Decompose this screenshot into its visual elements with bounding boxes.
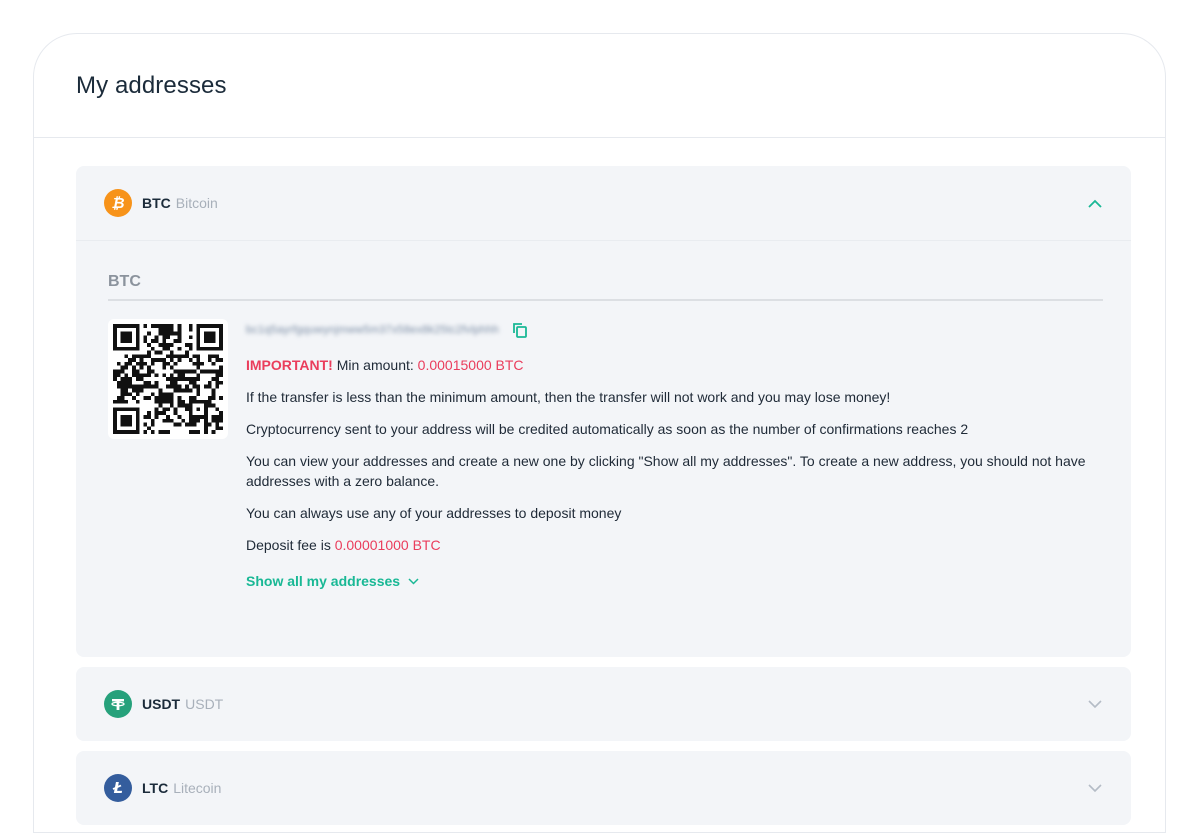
accordion-body-btc: BTC bc1q5ayrfgquwynjmww5m37x58ex8k25tc2f…: [76, 273, 1131, 589]
note-line: You can always use any of your addresses…: [246, 505, 622, 521]
deposit-details: bc1q5ayrfgquwynjmww5m37x58ex8k25tc2fvlph…: [246, 319, 1103, 589]
deposit-info: bc1q5ayrfgquwynjmww5m37x58ex8k25tc2fvlph…: [108, 319, 1103, 589]
important-label: IMPORTANT!: [246, 357, 333, 373]
coin-name: Litecoin: [173, 780, 222, 796]
chevron-up-icon[interactable]: [1087, 195, 1103, 211]
min-amount-line: IMPORTANT! Min amount: 0.00015000 BTC: [246, 355, 1103, 375]
accordion-header-usdt[interactable]: USDT USDT: [76, 667, 1131, 741]
litecoin-icon: Ł: [104, 774, 132, 802]
address-row: bc1q5ayrfgquwynjmww5m37x58ex8k25tc2fvlph…: [246, 319, 1103, 341]
note-line: If the transfer is less than the minimum…: [246, 389, 891, 405]
accordion-header-btc[interactable]: ₿ BTC Bitcoin: [76, 166, 1131, 240]
accordion-ltc: Ł LTC Litecoin: [76, 751, 1131, 825]
qr-code: [108, 319, 228, 439]
svg-text:Ł: Ł: [112, 780, 123, 796]
fee-line: Deposit fee is 0.00001000 BTC: [246, 535, 1103, 555]
coin-ticker: USDT: [142, 696, 181, 712]
show-all-label: Show all my addresses: [246, 573, 401, 589]
min-amount-value: 0.00015000 BTC: [417, 357, 524, 373]
chevron-down-icon: [408, 577, 419, 585]
note-line: Cryptocurrency sent to your address will…: [246, 421, 969, 437]
accordion-header-ltc[interactable]: Ł LTC Litecoin: [76, 751, 1131, 825]
panel-header: My addresses: [34, 34, 1165, 138]
section-title: BTC: [108, 273, 1103, 301]
accordion-divider: [76, 240, 1131, 241]
accordion-btc: ₿ BTC Bitcoin BTC bc1q5ayrfgquwynjmww5m3…: [76, 166, 1131, 657]
coin-ticker: BTC: [142, 195, 171, 211]
fee-label: Deposit fee is: [246, 537, 335, 553]
accordion-usdt: USDT USDT: [76, 667, 1131, 741]
show-all-addresses-button[interactable]: Show all my addresses: [246, 573, 419, 589]
note-line: You can view your addresses and create a…: [246, 453, 1086, 489]
chevron-down-icon[interactable]: [1087, 696, 1103, 712]
fee-value: 0.00001000 BTC: [334, 537, 441, 553]
coin-ticker: LTC: [142, 780, 169, 796]
tether-icon: [104, 690, 132, 718]
chevron-down-icon[interactable]: [1087, 780, 1103, 796]
deposit-address[interactable]: bc1q5ayrfgquwynjmww5m37x58ex8k25tc2fvlph…: [246, 324, 499, 336]
coin-name: Bitcoin: [175, 195, 218, 211]
page-title: My addresses: [76, 72, 227, 99]
addresses-panel: My addresses ₿ BTC Bitcoin BTC bc1q5ayrf…: [33, 33, 1166, 833]
bitcoin-icon: ₿: [104, 189, 132, 217]
svg-text:₿: ₿: [111, 195, 124, 211]
copy-icon[interactable]: [511, 321, 529, 339]
coin-name: USDT: [185, 696, 224, 712]
min-amount-label: Min amount:: [332, 357, 418, 373]
